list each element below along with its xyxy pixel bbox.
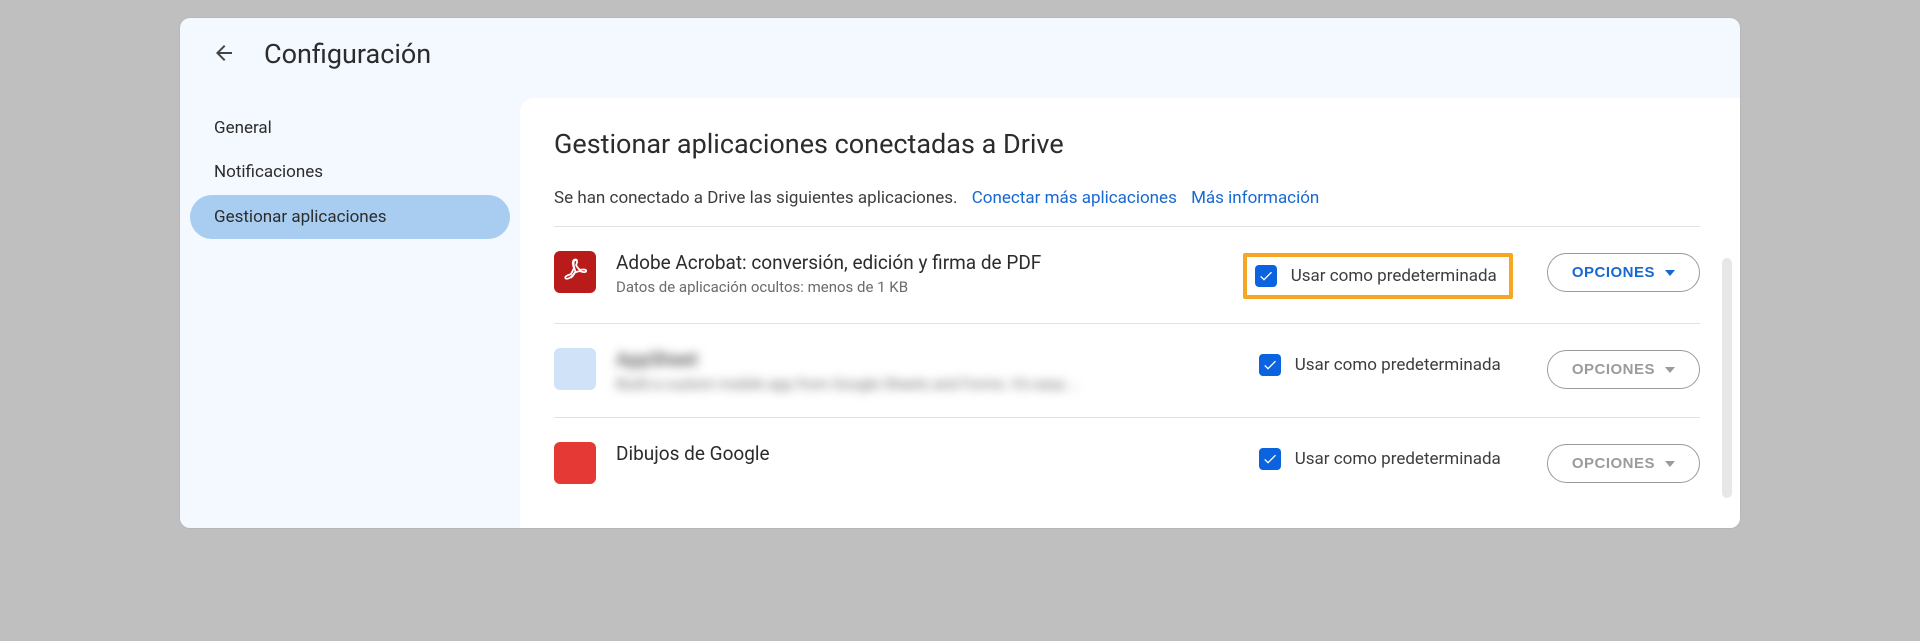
settings-window: Configuración General Notificaciones Ges… <box>180 18 1740 528</box>
options-button[interactable]: OPCIONES <box>1547 253 1700 292</box>
section-title: Gestionar aplicaciones conectadas a Driv… <box>554 128 1700 160</box>
page-title: Configuración <box>264 38 431 70</box>
options-button[interactable]: OPCIONES <box>1547 350 1700 389</box>
app-text: Adobe Acrobat: conversión, edición y fir… <box>616 251 1223 296</box>
app-icon-placeholder <box>554 348 596 390</box>
app-row: Adobe Acrobat: conversión, edición y fir… <box>554 226 1700 323</box>
options-label: OPCIONES <box>1572 455 1655 472</box>
app-text: AppSheet Build a custom mobile app from … <box>616 348 1231 393</box>
acrobat-icon <box>562 257 588 287</box>
app-meta: Datos de aplicación ocultos: menos de 1 … <box>616 278 1223 296</box>
default-label: Usar como predeterminada <box>1295 449 1501 469</box>
app-name: Dibujos de Google <box>616 442 1231 465</box>
app-meta: Build a custom mobile app from Google Sh… <box>616 375 1231 393</box>
link-connect-apps[interactable]: Conectar más aplicaciones <box>972 188 1177 208</box>
default-toggle[interactable]: Usar como predeterminada <box>1251 444 1513 474</box>
app-name: Adobe Acrobat: conversión, edición y fir… <box>616 251 1223 274</box>
header: Configuración <box>180 18 1740 78</box>
intro-text: Se han conectado a Drive las siguientes … <box>554 188 958 208</box>
scrollbar[interactable] <box>1722 258 1732 498</box>
app-text: Dibujos de Google <box>616 442 1231 469</box>
app-icon-drawings <box>554 442 596 484</box>
default-label: Usar como predeterminada <box>1295 355 1501 375</box>
checkbox-checked-icon <box>1255 265 1277 287</box>
sidebar-item-label: General <box>214 118 272 138</box>
app-row: AppSheet Build a custom mobile app from … <box>554 323 1700 417</box>
chevron-down-icon <box>1665 270 1675 276</box>
app-row: Dibujos de Google Usar como predetermina… <box>554 417 1700 484</box>
checkbox-checked-icon <box>1259 354 1281 376</box>
intro-line: Se han conectado a Drive las siguientes … <box>554 188 1700 208</box>
options-label: OPCIONES <box>1572 264 1655 281</box>
sidebar-item-manage-apps[interactable]: Gestionar aplicaciones <box>190 195 510 239</box>
default-toggle[interactable]: Usar como predeterminada <box>1243 253 1513 299</box>
sidebar-item-general[interactable]: General <box>190 106 510 150</box>
sidebar-item-label: Notificaciones <box>214 162 323 182</box>
sidebar-item-label: Gestionar aplicaciones <box>214 207 386 227</box>
app-icon-acrobat <box>554 251 596 293</box>
main-panel: Gestionar aplicaciones conectadas a Driv… <box>520 98 1740 528</box>
chevron-down-icon <box>1665 367 1675 373</box>
arrow-left-icon <box>212 41 236 68</box>
sidebar-item-notifications[interactable]: Notificaciones <box>190 150 510 194</box>
link-more-info[interactable]: Más información <box>1191 188 1319 208</box>
sidebar: General Notificaciones Gestionar aplicac… <box>180 98 520 247</box>
chevron-down-icon <box>1665 461 1675 467</box>
default-toggle[interactable]: Usar como predeterminada <box>1251 350 1513 380</box>
app-name: AppSheet <box>616 348 1231 371</box>
back-button[interactable] <box>208 38 240 70</box>
body: General Notificaciones Gestionar aplicac… <box>180 78 1740 528</box>
options-button[interactable]: OPCIONES <box>1547 444 1700 483</box>
default-label: Usar como predeterminada <box>1291 266 1497 286</box>
checkbox-checked-icon <box>1259 448 1281 470</box>
options-label: OPCIONES <box>1572 361 1655 378</box>
